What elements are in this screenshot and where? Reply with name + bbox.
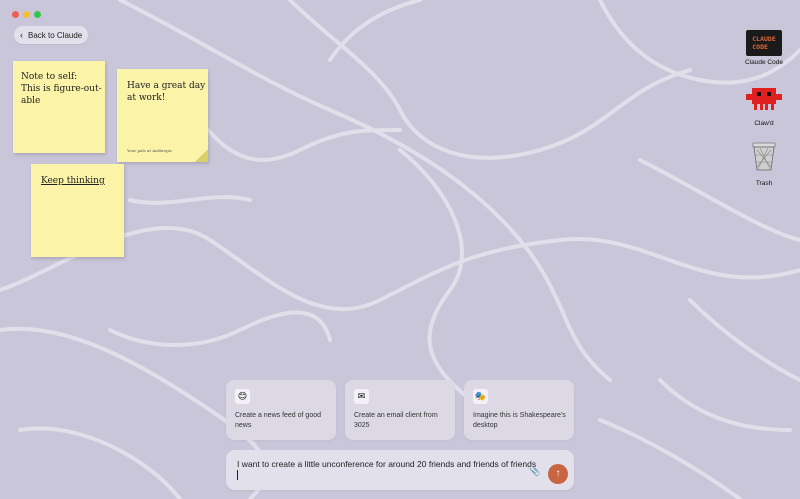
envelope-icon: ✉ xyxy=(354,389,369,404)
note-text: Note to self: This is figure-out- able xyxy=(21,72,102,106)
trash-can-icon xyxy=(752,142,776,171)
minimize-window-button[interactable] xyxy=(23,11,30,18)
back-to-claude-button[interactable]: ‹ Back to Claude xyxy=(14,26,89,44)
text-caret xyxy=(237,470,238,480)
note-signature: Your pals at Anthropic xyxy=(127,148,173,153)
sticky-note[interactable]: Note to self: This is figure-out- able xyxy=(13,61,105,153)
prompt-input-box[interactable]: I want to create a little unconference f… xyxy=(226,450,574,490)
desktop-icon-label: Trash xyxy=(755,180,773,187)
maximize-window-button[interactable] xyxy=(34,11,41,18)
suggestion-text: Create an email client from 3025 xyxy=(354,412,438,429)
desktop-icon-label: Claw'd xyxy=(754,120,774,127)
prompt-value: I want to create a little unconference f… xyxy=(237,459,537,469)
claude-code-terminal-icon: CLAUDE CODE xyxy=(746,30,782,56)
folded-corner xyxy=(194,150,208,162)
desktop-icon-clawd[interactable]: Claw'd xyxy=(734,86,794,127)
sticky-note[interactable]: Have a great day at work! Your pals at A… xyxy=(117,69,208,162)
desktop-icon-trash[interactable]: Trash xyxy=(734,140,794,187)
note-text: Have a great day at work! xyxy=(127,81,206,103)
suggestion-text: Imagine this is Shakespeare's desktop xyxy=(473,412,566,429)
suggestion-card-shakespeare[interactable]: 🎭 Imagine this is Shakespeare's desktop xyxy=(464,380,574,440)
close-window-button[interactable] xyxy=(12,11,19,18)
paperclip-icon[interactable]: 📎 xyxy=(529,466,540,477)
smiley-face-icon: 😊 xyxy=(235,389,250,404)
chevron-left-icon: ‹ xyxy=(20,29,23,40)
desktop-icon-label: Claude Code xyxy=(745,59,783,66)
suggestion-card-news-feed[interactable]: 😊 Create a news feed of good news xyxy=(226,380,336,440)
sticky-note[interactable]: Keep thinking xyxy=(31,164,124,257)
suggestion-card-email-client[interactable]: ✉ Create an email client from 3025 xyxy=(345,380,455,440)
back-button-label: Back to Claude xyxy=(28,30,83,40)
arrow-up-icon: ↑ xyxy=(555,468,561,479)
shakespeare-portrait-icon: 🎭 xyxy=(473,389,488,404)
note-text: Keep thinking xyxy=(41,176,105,186)
prompt-input[interactable]: I want to create a little unconference f… xyxy=(237,458,537,482)
suggestion-text: Create a news feed of good news xyxy=(235,412,322,429)
send-button[interactable]: ↑ xyxy=(548,464,568,484)
crab-mascot-icon xyxy=(746,88,782,110)
desktop-icon-claude-code[interactable]: CLAUDE CODE Claude Code xyxy=(734,30,794,66)
